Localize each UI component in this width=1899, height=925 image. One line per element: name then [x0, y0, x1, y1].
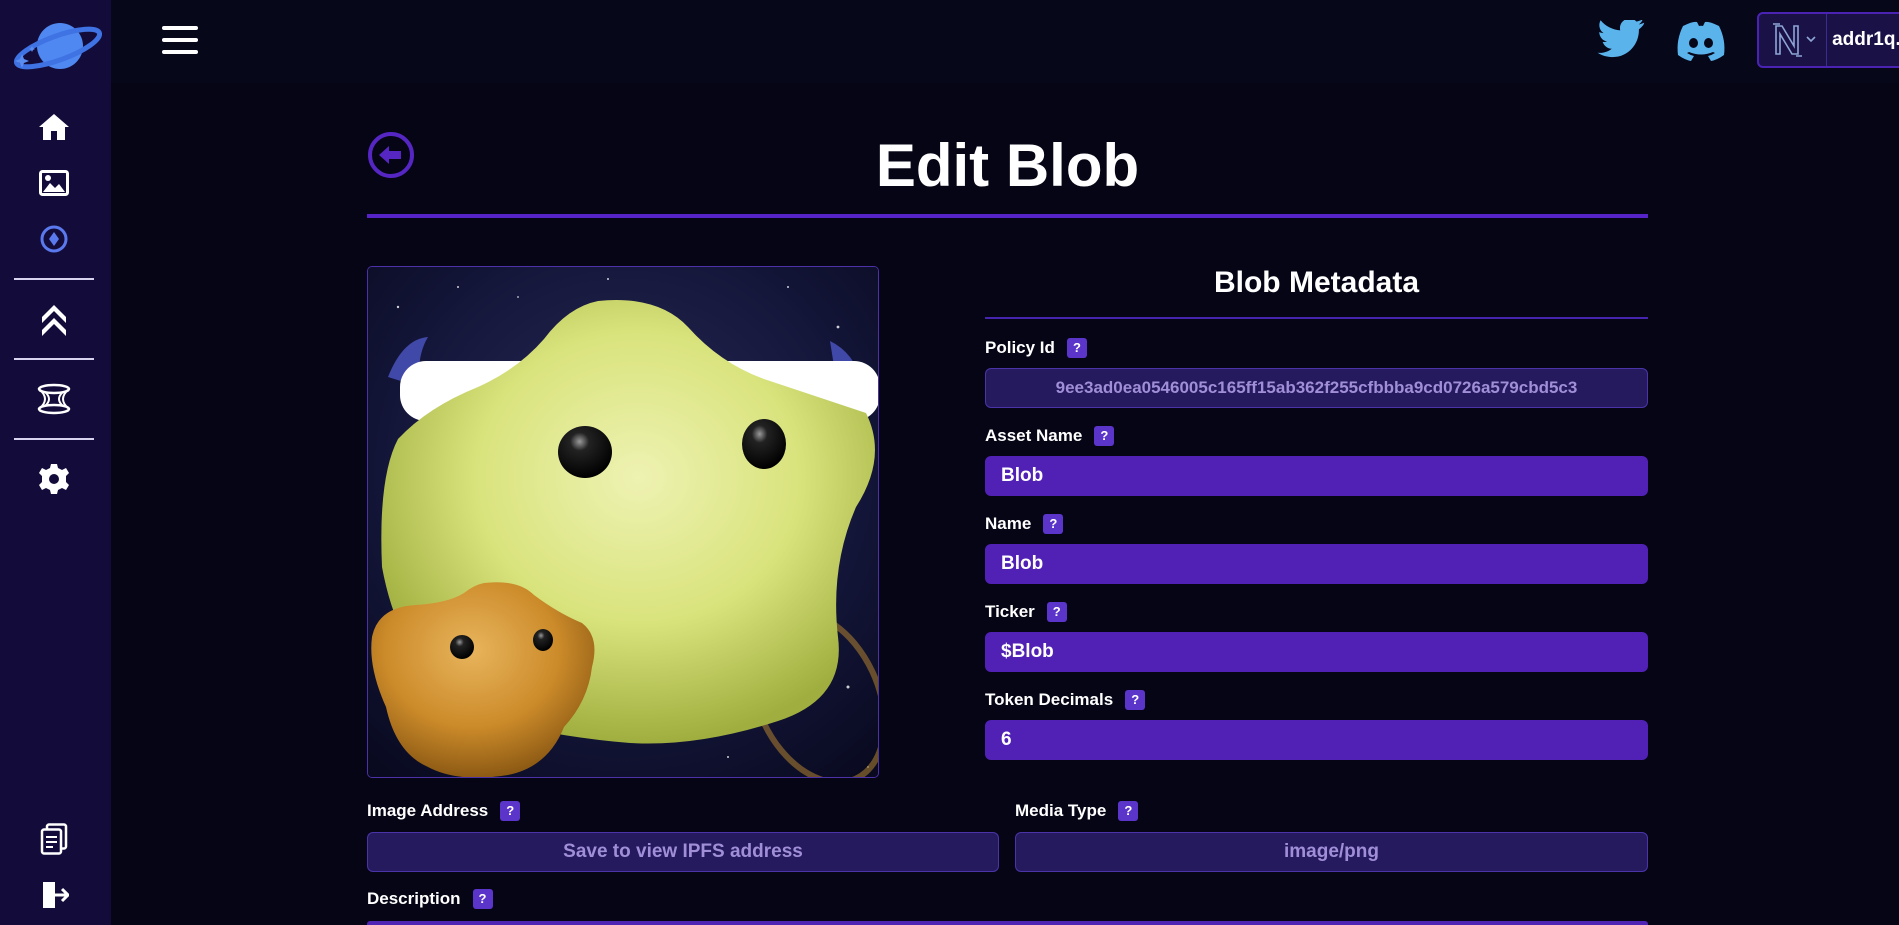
gear-icon[interactable]	[36, 461, 72, 497]
help-icon[interactable]: ?	[1046, 602, 1067, 622]
help-icon[interactable]: ?	[1118, 801, 1139, 821]
field-label: Name	[985, 514, 1032, 533]
chevrons-up-icon[interactable]	[36, 301, 72, 337]
field-label: Image Address	[367, 801, 489, 820]
image-address-field: Save to view IPFS address	[367, 832, 999, 872]
ticker-label: Ticker ?	[985, 602, 1067, 622]
help-icon[interactable]: ?	[500, 801, 521, 821]
top-bar: addr1q...whpg	[111, 0, 1899, 83]
title-divider	[367, 214, 1648, 218]
asset-name-input[interactable]: Blob	[985, 456, 1648, 496]
planet-logo-icon[interactable]	[8, 16, 103, 76]
help-icon[interactable]: ?	[472, 889, 493, 909]
policy-id-field: 9ee3ad0ea0546005c165ff15ab362f255cfbbba9…	[985, 368, 1648, 408]
main-content: Edit Blob Blob Metadata Policy Id ? 9ee3…	[111, 83, 1899, 925]
name-label: Name ?	[985, 514, 1064, 534]
blob-token-image	[367, 266, 879, 778]
field-label: Media Type	[1015, 801, 1107, 820]
field-label: Token Decimals	[985, 690, 1114, 709]
description-label: Description ?	[367, 889, 493, 909]
nami-wallet-icon	[1759, 14, 1827, 66]
field-label: Description	[367, 889, 461, 908]
media-type-label: Media Type ?	[1015, 801, 1139, 821]
discord-icon[interactable]	[1675, 18, 1727, 64]
home-icon[interactable]	[36, 109, 72, 145]
ticker-input[interactable]: $Blob	[985, 632, 1648, 672]
compass-icon[interactable]	[36, 221, 72, 257]
logout-icon[interactable]	[36, 877, 72, 913]
asset-name-label: Asset Name ?	[985, 426, 1115, 446]
image-address-label: Image Address ?	[367, 801, 521, 821]
field-label: Policy Id	[985, 338, 1055, 357]
wormhole-icon[interactable]	[36, 381, 72, 417]
help-icon[interactable]: ?	[1125, 690, 1146, 710]
description-input[interactable]	[367, 921, 1648, 925]
metadata-divider	[985, 317, 1648, 319]
token-decimals-label: Token Decimals ?	[985, 690, 1146, 710]
help-icon[interactable]: ?	[1066, 338, 1087, 358]
page-title: Edit Blob	[875, 132, 1140, 199]
sidebar-divider	[14, 278, 94, 280]
media-type-field: image/png	[1015, 832, 1648, 872]
sidebar-divider	[14, 358, 94, 360]
sidebar	[0, 0, 111, 925]
menu-icon[interactable]	[161, 24, 199, 56]
field-label: Asset Name	[985, 426, 1083, 445]
image-icon[interactable]	[36, 165, 72, 201]
wallet-button[interactable]: addr1q...whpg	[1757, 12, 1899, 68]
documents-icon[interactable]	[36, 821, 72, 857]
name-input[interactable]: Blob	[985, 544, 1648, 584]
twitter-icon[interactable]	[1597, 18, 1645, 60]
metadata-section-title: Blob Metadata	[1213, 266, 1420, 299]
field-label: Ticker	[985, 602, 1035, 621]
sidebar-divider	[14, 438, 94, 440]
wallet-address: addr1q...whpg	[1832, 29, 1899, 50]
policy-id-label: Policy Id ?	[985, 338, 1087, 358]
help-icon[interactable]: ?	[1043, 514, 1064, 534]
token-decimals-input[interactable]: 6	[985, 720, 1648, 760]
help-icon[interactable]: ?	[1094, 426, 1115, 446]
